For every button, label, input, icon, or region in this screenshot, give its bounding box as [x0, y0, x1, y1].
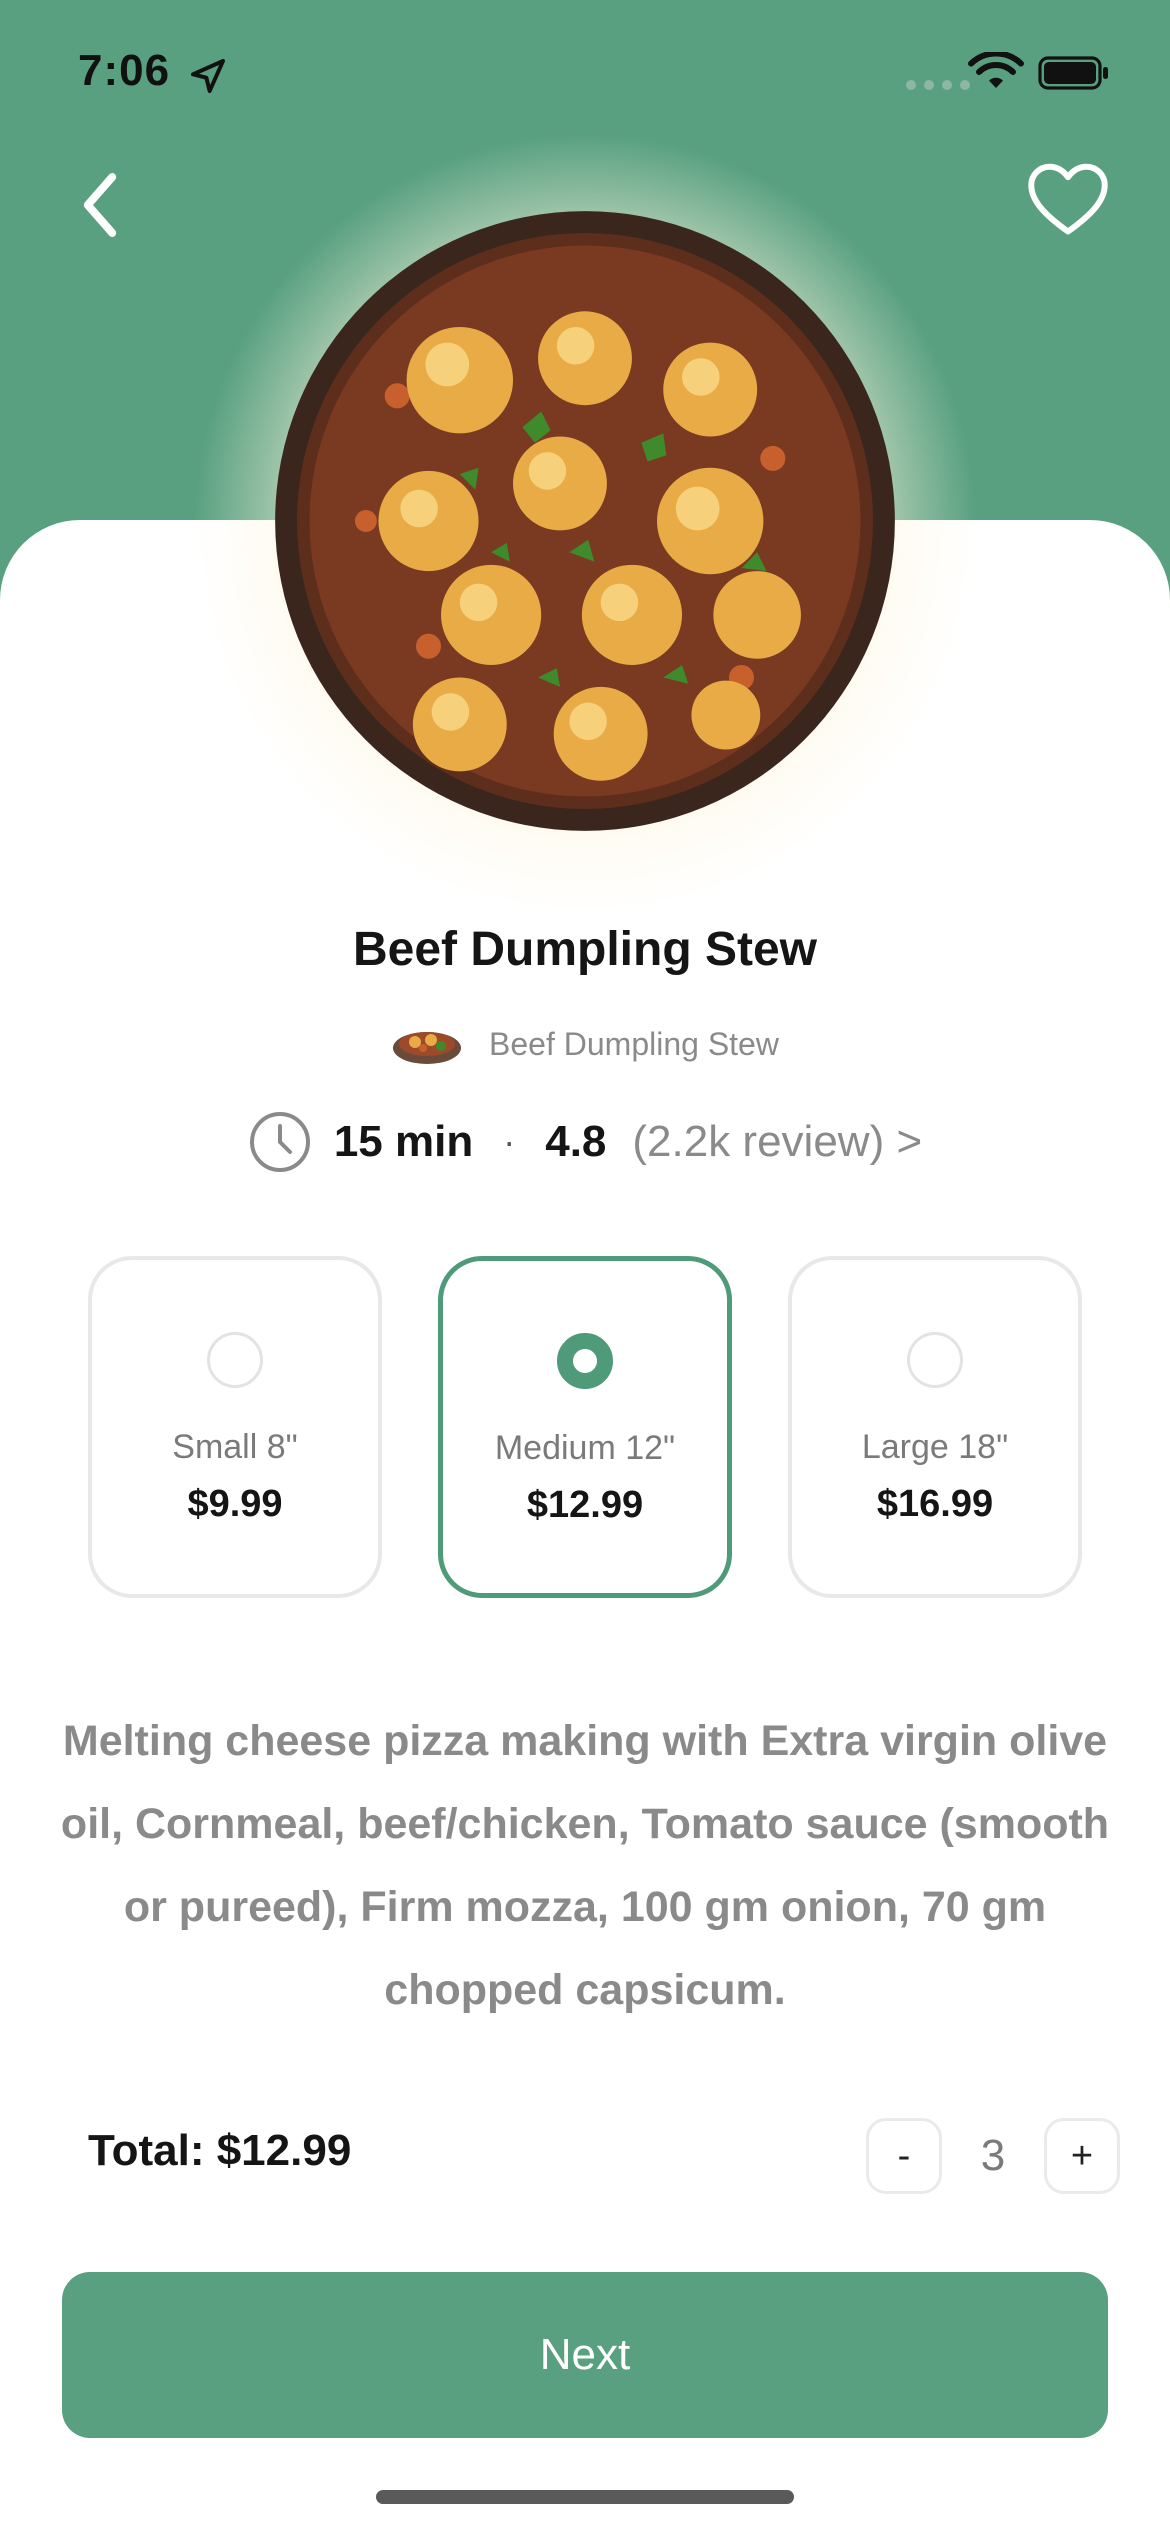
size-price: $9.99 [187, 1483, 283, 1525]
dish-thumbnail-icon [393, 1032, 462, 1064]
decrement-button[interactable]: - [866, 2118, 942, 2194]
size-name: Large 18" [861, 1428, 1009, 1466]
back-button[interactable] [70, 170, 130, 240]
size-selector: Small 8" $9.99 Medium 12" $12.99 Large 1… [88, 1256, 1082, 1598]
next-button[interactable]: Next [62, 2272, 1108, 2438]
product-subtitle: Beef Dumpling Stew [489, 1025, 779, 1062]
quantity-stepper: - 3 + [866, 2118, 1120, 2194]
rating-value: 4.8 [545, 1117, 607, 1166]
size-price: $12.99 [526, 1484, 644, 1526]
size-price: $16.99 [876, 1483, 994, 1525]
location-arrow-icon [191, 59, 225, 93]
cellular-signal-icon [906, 80, 970, 90]
product-title: Beef Dumpling Stew [352, 923, 818, 976]
clock-icon [249, 1112, 310, 1172]
size-name: Small 8" [172, 1428, 298, 1466]
wifi-icon [968, 52, 1024, 88]
radio-unselected-icon [907, 1332, 963, 1388]
food-detail-screen: 7:06 Beef Dumpling Stew Beef Dumpling St… [0, 0, 1170, 2532]
size-option-medium[interactable]: Medium 12" $12.99 [438, 1256, 732, 1598]
meta-separator: · [503, 1121, 516, 1162]
status-time: 7:06 [78, 46, 171, 95]
product-subtitle-row: Beef Dumpling Stew [0, 1022, 1170, 1066]
reviews-link[interactable]: (2.2k review) > [632, 1117, 922, 1167]
radio-unselected-icon [207, 1332, 263, 1388]
increment-button[interactable]: + [1044, 2118, 1120, 2194]
prep-time: 15 min [333, 1117, 474, 1166]
product-meta-row: 15 min · 4.8 (2.2k review) > [0, 1110, 1170, 1174]
dish-image [275, 211, 895, 831]
size-option-small[interactable]: Small 8" $9.99 [88, 1256, 382, 1598]
quantity-value: 3 [980, 2131, 1006, 2180]
favorite-button[interactable] [1026, 160, 1110, 240]
home-indicator [376, 2490, 794, 2504]
size-name: Medium 12" [494, 1429, 676, 1467]
size-option-large[interactable]: Large 18" $16.99 [788, 1256, 1082, 1598]
product-description: Melting cheese pizza making with Extra v… [60, 1717, 1110, 2014]
battery-icon [1038, 56, 1108, 90]
radio-selected-icon [557, 1333, 613, 1389]
order-total: Total: $12.99 [88, 2126, 352, 2175]
